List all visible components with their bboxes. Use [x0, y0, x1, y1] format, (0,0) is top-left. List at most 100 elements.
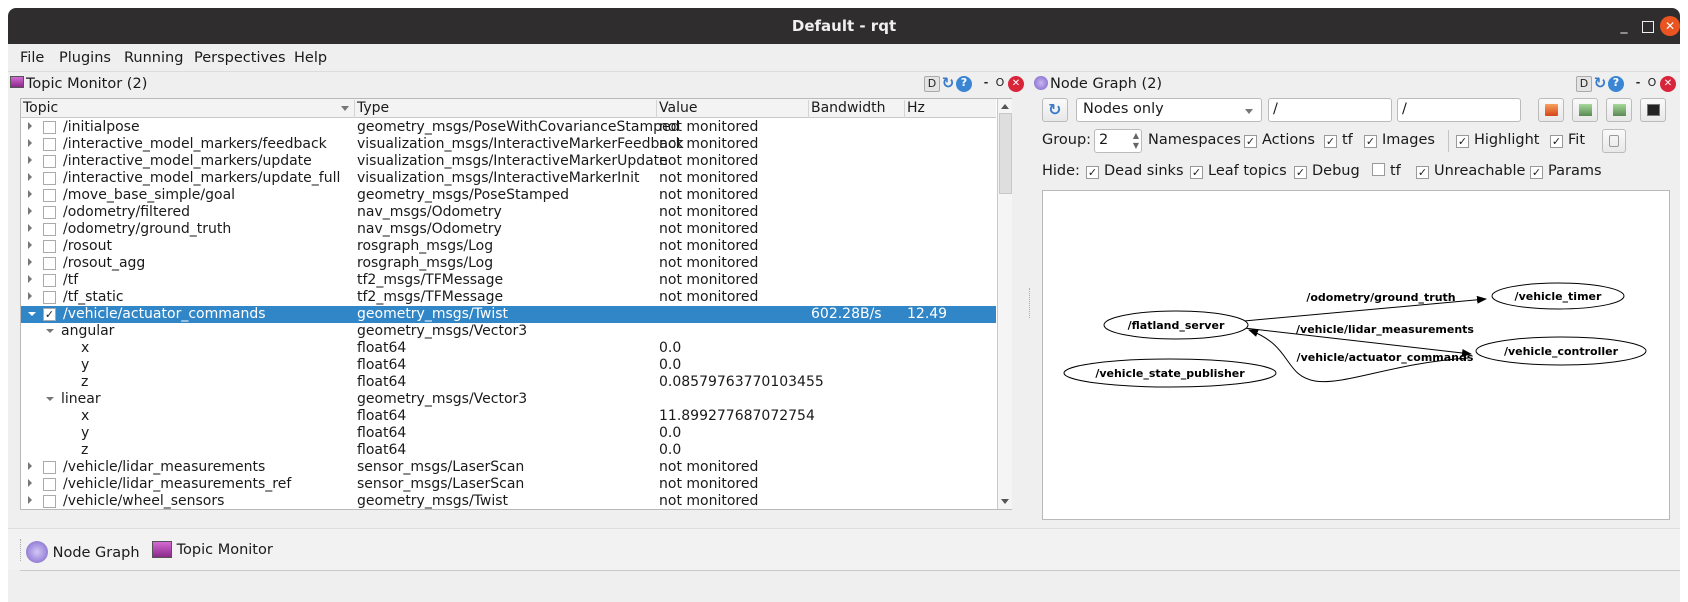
group-spinbox[interactable]: 2 ▲ ▼	[1094, 129, 1142, 153]
fit-view-button[interactable]	[1602, 129, 1626, 153]
reload-icon[interactable]: ↻	[940, 76, 956, 92]
maximize-button[interactable]	[1638, 16, 1658, 36]
expand-arrow-right-icon[interactable]	[28, 496, 32, 504]
table-row[interactable]: /interactive_model_markers/update visuali…	[21, 153, 996, 170]
menu-help[interactable]: Help	[294, 50, 327, 66]
table-row[interactable]: linear geometry_msgs/Vector3	[21, 391, 996, 408]
table-row[interactable]: /tf_static tf2_msgs/TFMessage not monitore…	[21, 289, 996, 306]
hide-debug-checkbox[interactable]: ✓ Debug	[1294, 163, 1360, 179]
table-row[interactable]: /vehicle/wheel_sensors geometry_msgs/Twis…	[21, 493, 996, 510]
hide-leaf-topics-checkbox[interactable]: ✓ Leaf topics	[1190, 163, 1287, 179]
table-row[interactable]: /rosout_agg rosgraph_msgs/Log not monitore…	[21, 255, 996, 272]
close-plugin-icon[interactable]: ✕	[1008, 76, 1024, 92]
actions-checkbox[interactable]: ✓ Actions	[1244, 132, 1315, 148]
load-dot-button[interactable]	[1538, 98, 1564, 122]
monitor-checkbox[interactable]	[43, 495, 56, 508]
save-image-button[interactable]	[1640, 98, 1666, 122]
options-button[interactable]: O	[992, 76, 1008, 92]
toolbar-node-graph[interactable]: Node Graph	[26, 541, 140, 563]
table-row[interactable]: x float64 11.899277687072754	[21, 408, 996, 425]
table-row[interactable]: y float64 0.0	[21, 357, 996, 374]
monitor-checkbox[interactable]	[43, 155, 56, 168]
options-button[interactable]: O	[1644, 76, 1660, 92]
monitor-checkbox[interactable]: ✓	[43, 308, 56, 321]
scroll-up-icon[interactable]	[1001, 104, 1009, 109]
expand-arrow-right-icon[interactable]	[28, 241, 32, 249]
monitor-checkbox[interactable]	[43, 223, 56, 236]
expand-arrow-right-icon[interactable]	[28, 479, 32, 487]
tf-checkbox[interactable]: ✓ tf	[1324, 132, 1353, 148]
expand-arrow-right-icon[interactable]	[28, 292, 32, 300]
table-row[interactable]: z float64 0.0	[21, 442, 996, 459]
vertical-scrollbar[interactable]	[997, 99, 1012, 509]
minimize-button[interactable]: _	[1614, 16, 1634, 36]
save-dot-button[interactable]	[1572, 98, 1598, 122]
monitor-checkbox[interactable]	[43, 257, 56, 270]
menu-perspectives[interactable]: Perspectives	[194, 50, 286, 66]
expand-arrow-right-icon[interactable]	[28, 462, 32, 470]
column-bandwidth[interactable]: Bandwidth	[809, 100, 905, 118]
toolbar-topic-monitor[interactable]: Topic Monitor	[152, 541, 273, 558]
monitor-checkbox[interactable]	[43, 189, 56, 202]
help-icon[interactable]: ?	[1608, 76, 1624, 92]
column-type[interactable]: Type	[355, 100, 657, 118]
expand-arrow-right-icon[interactable]	[28, 139, 32, 147]
table-row[interactable]: /tf tf2_msgs/TFMessage not monitored	[21, 272, 996, 289]
dock-d-button[interactable]: D	[924, 76, 940, 92]
column-hz[interactable]: Hz	[905, 100, 996, 118]
column-value[interactable]: Value	[657, 100, 809, 118]
monitor-checkbox[interactable]	[43, 206, 56, 219]
help-icon[interactable]: ?	[956, 76, 972, 92]
monitor-checkbox[interactable]	[43, 172, 56, 185]
table-row[interactable]: ✓ /vehicle/actuator_commands geometry_msgs…	[21, 306, 996, 323]
column-topic[interactable]: Topic	[21, 100, 355, 118]
expand-arrow-right-icon[interactable]	[28, 258, 32, 266]
menu-file[interactable]: File	[20, 50, 44, 66]
graph-mode-select[interactable]: Nodes only	[1076, 98, 1262, 122]
table-row[interactable]: /odometry/ground_truth nav_msgs/Odometry n…	[21, 221, 996, 238]
expand-arrow-down-icon[interactable]	[46, 397, 54, 401]
menu-plugins[interactable]: Plugins	[59, 50, 111, 66]
table-row[interactable]: /vehicle/lidar_measurements sensor_msgs/L…	[21, 459, 996, 476]
dock-d-button[interactable]: D	[1576, 76, 1592, 92]
table-row[interactable]: /interactive_model_markers/update_full vi…	[21, 170, 996, 187]
hide-unreachable-checkbox[interactable]: ✓ Unreachable	[1416, 163, 1525, 179]
table-row[interactable]: /rosout rosgraph_msgs/Log not monitored	[21, 238, 996, 255]
expand-arrow-right-icon[interactable]	[28, 207, 32, 215]
save-svg-button[interactable]	[1606, 98, 1632, 122]
expand-arrow-right-icon[interactable]	[28, 190, 32, 198]
scroll-down-icon[interactable]	[1001, 499, 1009, 504]
toolbar-handle[interactable]	[20, 539, 22, 561]
close-window-button[interactable]: ✕	[1660, 16, 1680, 36]
close-plugin-icon[interactable]: ✕	[1660, 76, 1676, 92]
monitor-checkbox[interactable]	[43, 461, 56, 474]
expand-arrow-right-icon[interactable]	[28, 156, 32, 164]
highlight-checkbox[interactable]: ✓ Highlight	[1456, 132, 1539, 148]
scrollbar-thumb[interactable]	[999, 113, 1012, 194]
table-row[interactable]: /move_base_simple/goal geometry_msgs/Pose…	[21, 187, 996, 204]
table-row[interactable]: z float64 0.08579763770103455	[21, 374, 996, 391]
monitor-checkbox[interactable]	[43, 138, 56, 151]
table-row[interactable]: /vehicle/lidar_measurements_ref sensor_ms…	[21, 476, 996, 493]
hide-params-checkbox[interactable]: ✓ Params	[1530, 163, 1602, 179]
expand-arrow-right-icon[interactable]	[28, 275, 32, 283]
spin-arrows-icon[interactable]: ▲ ▼	[1133, 131, 1139, 151]
table-row[interactable]: y float64 0.0	[21, 425, 996, 442]
fit-checkbox[interactable]: ✓ Fit	[1550, 132, 1585, 148]
expand-arrow-right-icon[interactable]	[28, 122, 32, 130]
monitor-checkbox[interactable]	[43, 274, 56, 287]
topic-filter-input[interactable]: /	[1397, 98, 1521, 122]
menu-running[interactable]: Running	[124, 50, 183, 66]
node-filter-input[interactable]: /	[1268, 98, 1392, 122]
monitor-checkbox[interactable]	[43, 240, 56, 253]
hide-tf-checkbox[interactable]: tf	[1372, 163, 1401, 179]
expand-arrow-down-icon[interactable]	[46, 329, 54, 333]
splitter-handle[interactable]	[1029, 288, 1031, 318]
monitor-checkbox[interactable]	[43, 478, 56, 491]
monitor-checkbox[interactable]	[43, 121, 56, 134]
table-row[interactable]: x float64 0.0	[21, 340, 996, 357]
hide-dead-sinks-checkbox[interactable]: ✓ Dead sinks	[1086, 163, 1184, 179]
monitor-checkbox[interactable]	[43, 291, 56, 304]
refresh-graph-button[interactable]: ↻	[1042, 98, 1068, 122]
expand-arrow-right-icon[interactable]	[28, 224, 32, 232]
